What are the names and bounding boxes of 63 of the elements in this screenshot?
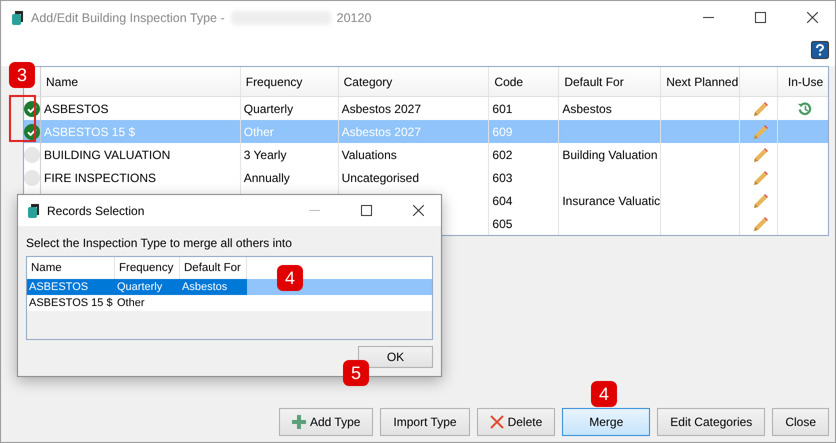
column-header[interactable]: Name bbox=[40, 67, 241, 96]
table-cell: 602 bbox=[492, 148, 512, 162]
app-icon bbox=[27, 202, 41, 218]
list-cell[interactable]: ASBESTOS 15 $ bbox=[29, 297, 113, 309]
prompt-text: Select the Inspection Type to merge all others into bbox=[25, 235, 293, 252]
action-button[interactable]: Delete bbox=[476, 408, 556, 436]
pencil-icon[interactable] bbox=[752, 146, 768, 162]
column-header[interactable]: In-Use bbox=[778, 67, 828, 96]
maximize-icon[interactable] bbox=[754, 12, 766, 23]
table-cell: Asbestos 2027 bbox=[342, 102, 421, 116]
window-title-number: 20120 bbox=[336, 10, 372, 24]
table-cell: BUILDING VALUATION bbox=[44, 148, 170, 162]
step-badge: 4 bbox=[591, 381, 617, 407]
column-header[interactable]: Category bbox=[338, 67, 490, 96]
table-cell: Valuations bbox=[342, 148, 397, 162]
table-cell: 3 Yearly bbox=[244, 148, 286, 162]
column-header[interactable]: Code bbox=[489, 67, 560, 96]
column-header[interactable]: Next Planned bbox=[661, 67, 740, 96]
action-button[interactable]: Merge bbox=[562, 408, 650, 436]
step-badge: 5 bbox=[343, 360, 369, 386]
table-cell: Asbestos bbox=[562, 102, 612, 116]
table-cell: 601 bbox=[492, 102, 512, 116]
close-icon[interactable] bbox=[806, 12, 818, 23]
step-badge: 3 bbox=[9, 62, 35, 88]
table-cell: Building Valuation bbox=[562, 148, 658, 162]
column-header[interactable]: Default For bbox=[559, 67, 662, 96]
table-cell: Other bbox=[244, 124, 274, 138]
action-button[interactable]: Import Type bbox=[380, 408, 470, 436]
table-cell: 604 bbox=[492, 194, 512, 208]
table-cell: Uncategorised bbox=[342, 170, 419, 184]
dialog-title: Records Selection bbox=[47, 204, 144, 218]
column-header[interactable]: Frequency bbox=[240, 67, 339, 96]
check-circle-icon[interactable] bbox=[24, 124, 40, 140]
check-circle-icon[interactable] bbox=[24, 100, 40, 116]
step-badge: 4 bbox=[277, 265, 303, 291]
maximize-icon[interactable] bbox=[360, 205, 372, 216]
table-cell: ASBESTOS bbox=[44, 102, 108, 116]
pencil-icon[interactable] bbox=[752, 124, 768, 140]
pencil-icon[interactable] bbox=[752, 192, 768, 208]
close-icon[interactable] bbox=[412, 205, 424, 216]
window-title: Add/Edit Building Inspection Type - bbox=[31, 10, 225, 24]
table-cell: Insurance Valuatic bbox=[562, 194, 660, 208]
ok-button[interactable]: OK bbox=[358, 346, 433, 368]
app-icon bbox=[11, 10, 25, 26]
pencil-icon[interactable] bbox=[752, 170, 768, 186]
action-button[interactable]: Close bbox=[772, 408, 829, 436]
table-cell: Annually bbox=[244, 170, 290, 184]
highlight-frame bbox=[9, 95, 36, 142]
action-button[interactable]: Edit Categories bbox=[657, 408, 766, 436]
table-cell: FIRE INSPECTIONS bbox=[44, 170, 156, 184]
table-cell: 609 bbox=[492, 124, 512, 138]
table-cell: Asbestos 2027 bbox=[342, 124, 421, 138]
list-cell[interactable]: Other bbox=[117, 297, 145, 309]
table-cell: 605 bbox=[492, 216, 512, 230]
action-button[interactable]: Add Type bbox=[278, 408, 374, 436]
table-cell: 603 bbox=[492, 170, 512, 184]
pencil-icon[interactable] bbox=[752, 216, 768, 232]
pencil-icon[interactable] bbox=[752, 100, 768, 116]
help-icon[interactable] bbox=[811, 41, 829, 59]
delete-icon[interactable] bbox=[490, 415, 504, 429]
table-cell: ASBESTOS 15 $ bbox=[44, 124, 136, 138]
table-cell: Quarterly bbox=[244, 102, 294, 116]
plus-icon[interactable] bbox=[292, 415, 306, 429]
